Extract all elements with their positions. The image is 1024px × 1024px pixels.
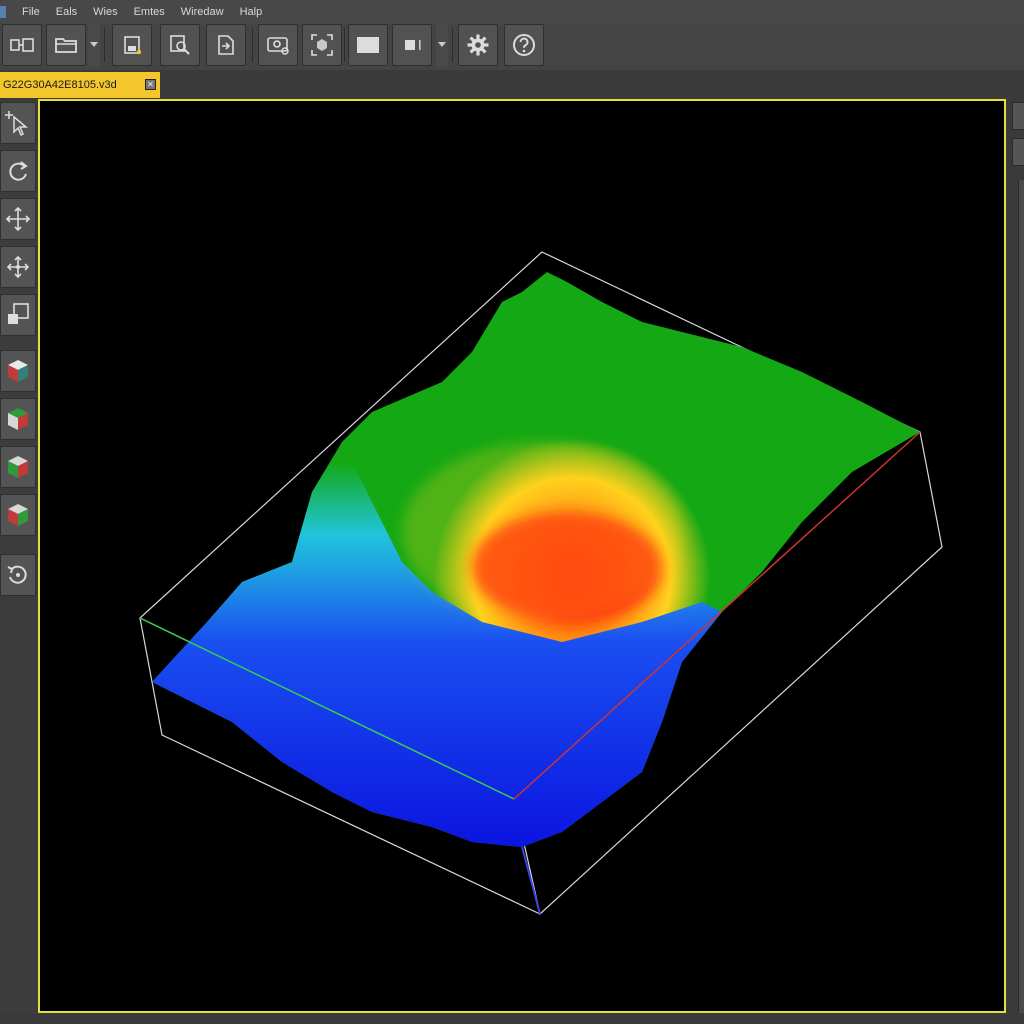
document-tab-label: G22G30A42E8105.v3d [3, 79, 117, 91]
settings-icon [467, 34, 489, 56]
status-strip [0, 1013, 1024, 1024]
save-icon [124, 36, 142, 55]
menu-window[interactable]: Wiredaw [173, 6, 232, 18]
pan-tool-button[interactable] [0, 198, 36, 240]
display-mode-icon [357, 37, 379, 53]
rotate-icon [9, 161, 28, 181]
open-dropdown[interactable] [88, 24, 100, 66]
help-icon [513, 34, 535, 56]
chevron-down-icon [90, 42, 98, 47]
help-button[interactable] [504, 24, 544, 66]
scale-icon [8, 303, 29, 324]
menu-file[interactable]: File [14, 6, 48, 18]
settings-button[interactable] [458, 24, 498, 66]
surface-render [138, 251, 943, 916]
toolbar-separator [104, 28, 105, 62]
view-side-button[interactable] [0, 446, 36, 488]
3d-viewport[interactable] [38, 99, 1006, 1013]
stop-button[interactable] [392, 24, 432, 66]
right-dock [1006, 100, 1024, 1024]
select-arrow-icon [5, 111, 29, 137]
menu-bar: File Eals Wies Emtes Wiredaw Halp [0, 0, 1024, 24]
toolbar-separator [252, 28, 253, 62]
tool-palette [0, 100, 38, 1024]
document-tab[interactable]: G22G30A42E8105.v3d ✕ [0, 72, 160, 98]
menu-entities[interactable]: Emtes [126, 6, 173, 18]
reset-view-icon [7, 565, 27, 584]
inspect-icon [170, 35, 190, 55]
stop-icon [405, 40, 421, 50]
view-side-icon [8, 456, 28, 478]
inspect-button[interactable] [160, 24, 200, 66]
z-axis-line [521, 846, 541, 915]
new-file-button[interactable] [2, 24, 42, 66]
dock-button[interactable] [1012, 102, 1024, 130]
capture-button[interactable] [258, 24, 298, 66]
fit-view-button[interactable] [302, 24, 342, 66]
menu-view[interactable]: Wies [85, 6, 125, 18]
toolbar-separator [452, 28, 453, 62]
rotate-tool-button[interactable] [0, 150, 36, 192]
open-button[interactable] [46, 24, 86, 66]
new-file-icon [10, 38, 34, 52]
display-dropdown[interactable] [436, 24, 448, 66]
open-folder-icon [55, 38, 77, 53]
dock-button[interactable] [1012, 138, 1024, 166]
view-top-button[interactable] [0, 494, 36, 536]
pan-icon [5, 206, 31, 232]
view-front-icon [8, 408, 28, 430]
view-top-icon [8, 504, 28, 526]
menu-edit[interactable]: Eals [48, 6, 85, 18]
export-icon [218, 35, 234, 55]
export-button[interactable] [206, 24, 246, 66]
move-icon [6, 255, 30, 279]
save-button[interactable] [112, 24, 152, 66]
capture-icon [267, 37, 289, 55]
view-front-button[interactable] [0, 398, 36, 440]
select-tool-button[interactable] [0, 102, 36, 144]
menu-help[interactable]: Halp [232, 6, 271, 18]
color-mapped-surface [152, 272, 920, 847]
move-tool-button[interactable] [0, 246, 36, 288]
reset-view-button[interactable] [0, 554, 36, 596]
toolbar-separator [344, 28, 345, 62]
main-toolbar [0, 24, 1024, 71]
document-tab-bar: G22G30A42E8105.v3d ✕ [0, 70, 1024, 98]
view-cube-icon [8, 360, 28, 382]
scale-tool-button[interactable] [0, 294, 36, 336]
view-iso-button[interactable] [0, 350, 36, 392]
dock-panel-strip [1018, 180, 1024, 1015]
fit-view-icon [311, 34, 333, 56]
app-logo-icon [0, 6, 6, 18]
display-mode-button[interactable] [348, 24, 388, 66]
close-icon[interactable]: ✕ [145, 79, 156, 90]
chevron-down-icon [438, 42, 446, 47]
